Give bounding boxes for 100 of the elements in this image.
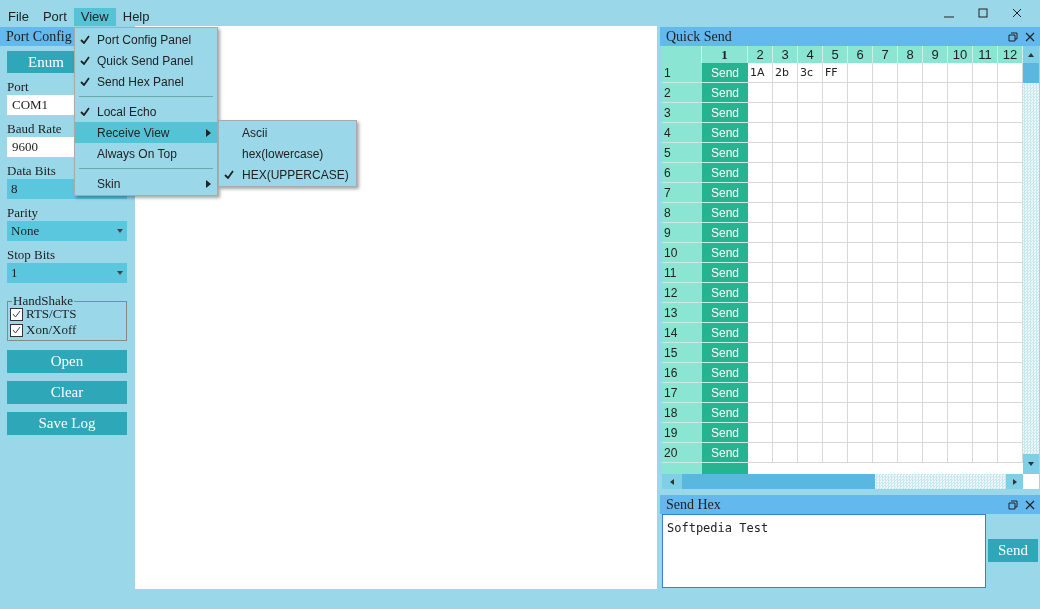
table-cell[interactable] [748,223,773,243]
table-cell[interactable] [798,103,823,123]
table-cell[interactable] [898,103,923,123]
table-cell[interactable] [898,363,923,383]
table-cell[interactable] [823,103,848,123]
table-cell[interactable] [773,223,798,243]
table-cell[interactable]: 2b [773,63,798,83]
table-cell[interactable] [848,243,873,263]
table-cell[interactable] [973,403,998,423]
table-cell[interactable] [748,443,773,463]
send-button[interactable]: Send [702,83,748,103]
table-cell[interactable] [748,343,773,363]
table-cell[interactable] [798,383,823,403]
table-cell[interactable]: 1A [748,63,773,83]
send-button[interactable]: Send [702,443,748,463]
table-cell[interactable] [823,263,848,283]
send-button[interactable]: Send [702,263,748,283]
table-cell[interactable] [923,83,948,103]
horizontal-scrollbar[interactable] [662,474,1023,489]
table-cell[interactable] [898,243,923,263]
table-cell[interactable] [748,323,773,343]
table-cell[interactable] [898,423,923,443]
table-cell[interactable]: 3c [798,63,823,83]
table-cell[interactable] [973,163,998,183]
table-cell[interactable] [823,83,848,103]
table-cell[interactable] [973,323,998,343]
table-cell[interactable] [873,343,898,363]
hex-input[interactable]: Softpedia Test [662,514,986,588]
table-cell[interactable] [848,323,873,343]
table-cell[interactable] [873,243,898,263]
table-cell[interactable] [923,203,948,223]
restore-icon[interactable] [1008,499,1018,510]
restore-icon[interactable] [1008,31,1018,42]
send-button[interactable]: Send [702,103,748,123]
table-cell[interactable] [898,203,923,223]
table-cell[interactable] [923,283,948,303]
table-cell[interactable] [773,123,798,143]
table-cell[interactable] [923,303,948,323]
table-cell[interactable] [848,383,873,403]
table-cell[interactable] [823,443,848,463]
menu-item[interactable]: Port Config Panel [75,29,217,50]
table-cell[interactable] [873,183,898,203]
action-button[interactable]: Clear [7,381,127,404]
table-cell[interactable] [873,83,898,103]
table-cell[interactable] [773,443,798,463]
table-cell[interactable] [948,383,973,403]
table-cell[interactable] [848,103,873,123]
table-cell[interactable] [923,443,948,463]
send-button[interactable]: Send [702,143,748,163]
table-cell[interactable] [773,423,798,443]
table-cell[interactable] [973,103,998,123]
table-cell[interactable] [948,403,973,423]
table-cell[interactable] [873,163,898,183]
table-cell[interactable] [748,363,773,383]
table-cell[interactable] [948,303,973,323]
vertical-scrollbar[interactable] [1023,46,1039,474]
table-cell[interactable] [898,403,923,423]
maximize-icon[interactable] [978,8,988,18]
table-cell[interactable] [748,403,773,423]
table-cell[interactable] [773,103,798,123]
table-cell[interactable] [923,63,948,83]
table-cell[interactable] [748,303,773,323]
table-cell[interactable] [898,283,923,303]
table-cell[interactable] [948,123,973,143]
table-cell[interactable] [823,163,848,183]
send-button[interactable]: Send [702,163,748,183]
table-cell[interactable] [973,223,998,243]
table-cell[interactable] [848,143,873,163]
send-button[interactable]: Send [702,203,748,223]
table-cell[interactable] [748,83,773,103]
table-cell[interactable] [873,403,898,423]
table-cell[interactable] [948,323,973,343]
table-cell[interactable] [973,443,998,463]
close-icon[interactable] [1012,8,1022,18]
table-cell[interactable] [898,163,923,183]
table-cell[interactable] [948,63,973,83]
table-cell[interactable] [798,243,823,263]
send-button[interactable] [702,463,748,474]
checkbox[interactable] [10,323,23,337]
table-cell[interactable] [973,243,998,263]
table-cell[interactable] [923,343,948,363]
scrollbar-thumb[interactable] [1023,63,1039,83]
table-cell[interactable] [898,63,923,83]
menu-item[interactable]: Send Hex Panel [75,71,217,92]
table-cell[interactable] [823,343,848,363]
table-cell[interactable] [873,363,898,383]
right-arrow-icon[interactable] [1012,478,1017,485]
table-cell[interactable] [773,163,798,183]
table-cell[interactable] [848,443,873,463]
left-arrow-icon[interactable] [670,478,674,485]
table-cell[interactable] [923,103,948,123]
table-cell[interactable] [873,123,898,143]
table-cell[interactable] [823,283,848,303]
table-cell[interactable] [973,203,998,223]
table-cell[interactable] [823,143,848,163]
table-cell[interactable] [873,423,898,443]
menu-item[interactable]: Help [115,8,157,26]
table-cell[interactable] [823,403,848,423]
table-cell[interactable] [873,203,898,223]
table-cell[interactable] [973,143,998,163]
